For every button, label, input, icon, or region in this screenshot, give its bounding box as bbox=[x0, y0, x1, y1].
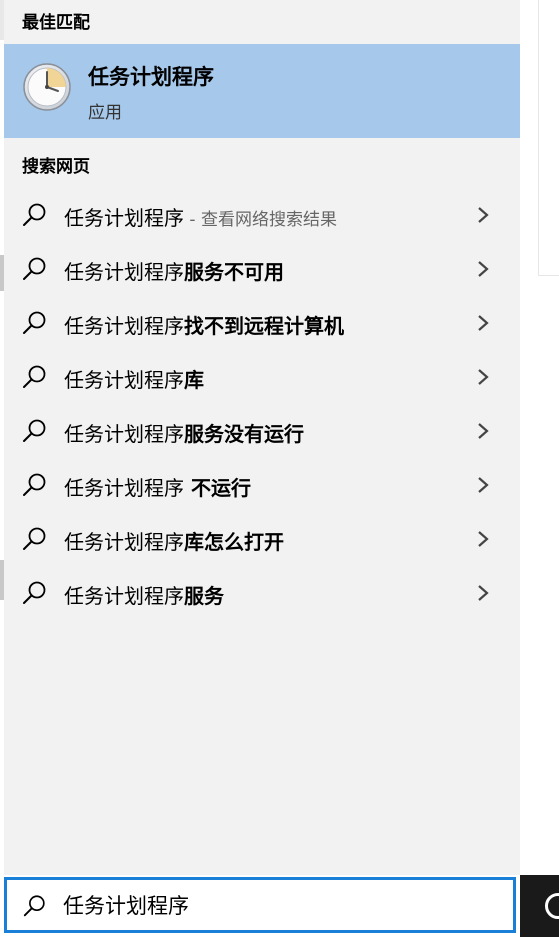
chevron-right-icon[interactable] bbox=[476, 259, 490, 279]
web-result-hint: - 查看网络搜索结果 bbox=[184, 210, 337, 230]
web-result-item[interactable]: 任务计划程序 不运行 bbox=[4, 458, 520, 512]
search-input[interactable] bbox=[63, 888, 503, 922]
search-icon bbox=[23, 311, 46, 334]
web-result-item[interactable]: 任务计划程序库怎么打开 bbox=[4, 512, 520, 566]
chevron-right-icon[interactable] bbox=[476, 421, 490, 441]
web-result-item[interactable]: 任务计划程序服务不可用 bbox=[4, 242, 520, 296]
web-result-label: 任务计划程序 - 查看网络搜索结果 bbox=[64, 206, 337, 230]
web-result-label: 任务计划程序库怎么打开 bbox=[64, 530, 284, 554]
app-name: 任务计划程序 bbox=[88, 65, 214, 89]
clock-icon bbox=[23, 63, 71, 111]
search-icon bbox=[23, 203, 46, 226]
web-result-label: 任务计划程序服务 bbox=[64, 584, 224, 608]
web-result-item[interactable]: 任务计划程序 - 查看网络搜索结果 bbox=[4, 188, 520, 242]
background-divider bbox=[538, 275, 559, 276]
web-result-label: 任务计划程序 不运行 bbox=[64, 476, 251, 500]
web-result-item[interactable]: 任务计划程序服务 bbox=[4, 566, 520, 620]
search-icon bbox=[23, 257, 46, 280]
web-search-heading: 搜索网页 bbox=[22, 157, 90, 177]
search-icon bbox=[23, 473, 46, 496]
web-results-list: 任务计划程序 - 查看网络搜索结果 任务计划程序服务不可用 任务计划程序找不到远… bbox=[4, 188, 520, 620]
search-results-panel: 最佳匹配 任务计划程序 应用 搜索网页 任务计划程序 - 查看网络搜索结果 任务… bbox=[4, 0, 520, 875]
search-icon bbox=[23, 365, 46, 388]
best-match-heading: 最佳匹配 bbox=[22, 13, 90, 33]
chevron-right-icon[interactable] bbox=[476, 205, 490, 225]
chevron-right-icon[interactable] bbox=[476, 475, 490, 495]
search-icon bbox=[23, 527, 46, 550]
taskbar-search-box[interactable] bbox=[4, 877, 516, 933]
search-icon bbox=[23, 895, 45, 917]
chevron-right-icon[interactable] bbox=[476, 313, 490, 333]
web-result-label: 任务计划程序找不到远程计算机 bbox=[64, 314, 344, 338]
web-result-item[interactable]: 任务计划程序库 bbox=[4, 350, 520, 404]
chevron-right-icon[interactable] bbox=[476, 367, 490, 387]
best-match-item[interactable]: 任务计划程序 应用 bbox=[4, 44, 520, 138]
web-result-label: 任务计划程序库 bbox=[64, 368, 204, 392]
search-icon bbox=[23, 581, 46, 604]
background-divider bbox=[538, 0, 539, 275]
chevron-right-icon[interactable] bbox=[476, 529, 490, 549]
web-result-item[interactable]: 任务计划程序服务没有运行 bbox=[4, 404, 520, 458]
chevron-right-icon[interactable] bbox=[476, 583, 490, 603]
web-result-item[interactable]: 任务计划程序找不到远程计算机 bbox=[4, 296, 520, 350]
app-type: 应用 bbox=[88, 103, 122, 123]
web-result-label: 任务计划程序服务没有运行 bbox=[64, 422, 304, 446]
search-icon bbox=[23, 419, 46, 442]
background-window-right bbox=[520, 0, 559, 875]
web-result-label: 任务计划程序服务不可用 bbox=[64, 260, 284, 284]
